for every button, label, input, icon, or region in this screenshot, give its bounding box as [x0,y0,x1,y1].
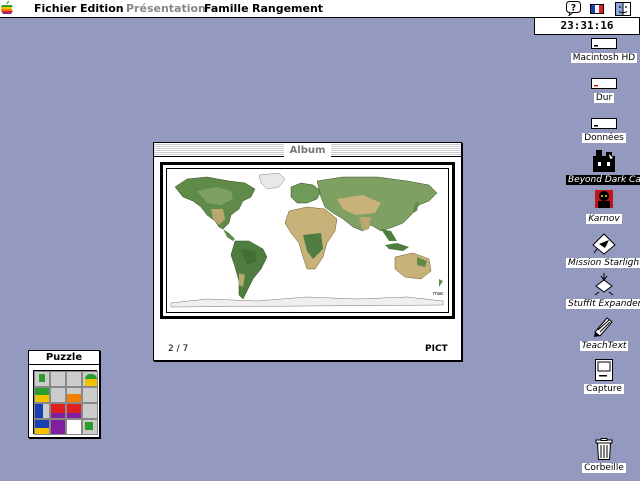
album-page-counter: 2 / 7 [168,344,189,354]
icon-label: TeachText [579,341,629,351]
puzzle-tile[interactable] [66,371,82,387]
icon-label: Mission Starlight [566,258,640,268]
desktop-icon-stuffit-expander[interactable]: StuffIt Expander™ [566,272,640,309]
puzzle-tile[interactable] [66,387,82,403]
help-balloon-icon[interactable]: ? [566,1,581,16]
menu-bar: Fichier Edition Présentation Famille Ran… [0,0,640,18]
icon-label: Données [582,133,626,143]
french-flag-icon[interactable] [590,4,604,14]
puzzle-grid [33,370,98,435]
menu-famille[interactable]: Famille [204,2,249,16]
icon-label: Karnov [586,214,622,224]
puzzle-tile[interactable] [82,371,98,387]
world-map-image: mac [167,169,446,310]
desktop-icon-beyond-dark-castle[interactable]: Beyond Dark Castle [566,148,640,185]
window-title: Album [283,144,332,157]
puzzle-tile[interactable] [50,403,66,419]
album-image-frame[interactable]: mac [160,162,455,319]
puzzle-tile[interactable] [50,419,66,435]
clock: 23:31:16 [534,18,640,35]
desktop-icon-mission-starlight[interactable]: Mission Starlight [566,231,640,268]
puzzle-tile[interactable] [34,387,50,403]
finder-icon[interactable] [614,1,632,17]
puzzle-tile[interactable] [82,387,98,403]
desktop-icon-donnees[interactable]: Données [566,118,640,143]
icon-label: Macintosh HD [570,53,638,63]
puzzle-tile[interactable] [82,403,98,419]
capture-icon [595,359,613,381]
puzzle-tile[interactable] [34,403,50,419]
karnov-icon [595,190,613,208]
puzzle-tile-empty[interactable] [66,419,82,435]
apple-icon[interactable] [0,0,14,15]
menu-rangement[interactable]: Rangement [252,2,323,16]
desktop-icon-karnov[interactable]: Karnov [566,187,640,224]
icon-label: Corbeille [582,463,626,473]
album-window[interactable]: Album mac 2 / 7 PICT [153,142,462,361]
teachtext-icon [594,317,613,337]
desktop-icon-macintosh-hd[interactable]: Macintosh HD [566,38,640,63]
stuffit-icon [594,273,614,296]
menu-edition[interactable]: Edition [80,2,124,16]
desktop-icon-capture[interactable]: Capture [566,359,640,394]
puzzle-tile[interactable] [34,371,50,387]
icon-label: Beyond Dark Castle [566,175,640,185]
puzzle-tile[interactable] [82,419,98,435]
svg-text:?: ? [571,4,576,14]
menu-fichier[interactable]: Fichier [34,2,76,16]
hard-disk-icon [591,78,617,89]
map-signature: mac [433,291,444,297]
album-image-area: mac [166,168,449,313]
desktop-icon-corbeille[interactable]: Corbeille [566,438,640,473]
puzzle-tile[interactable] [50,387,66,403]
starlight-icon [592,233,616,255]
castle-icon [593,150,615,172]
puzzle-tile[interactable] [50,371,66,387]
puzzle-tile[interactable] [66,403,82,419]
desktop-icon-teachtext[interactable]: TeachText [566,314,640,351]
hard-disk-icon [591,118,617,129]
window-title[interactable]: Puzzle [29,351,99,365]
album-data-type: PICT [425,344,448,354]
album-titlebar[interactable]: Album [154,143,461,157]
icon-label: StuffIt Expander™ [566,299,640,309]
desktop-icon-dur[interactable]: Dur [566,78,640,103]
hard-disk-icon [591,38,617,49]
icon-label: Capture [584,384,624,394]
menu-presentation[interactable]: Présentation [126,2,206,16]
icon-label: Dur [593,93,615,103]
trash-icon [595,438,613,460]
puzzle-window[interactable]: Puzzle [28,350,100,438]
puzzle-tile[interactable] [34,419,50,435]
